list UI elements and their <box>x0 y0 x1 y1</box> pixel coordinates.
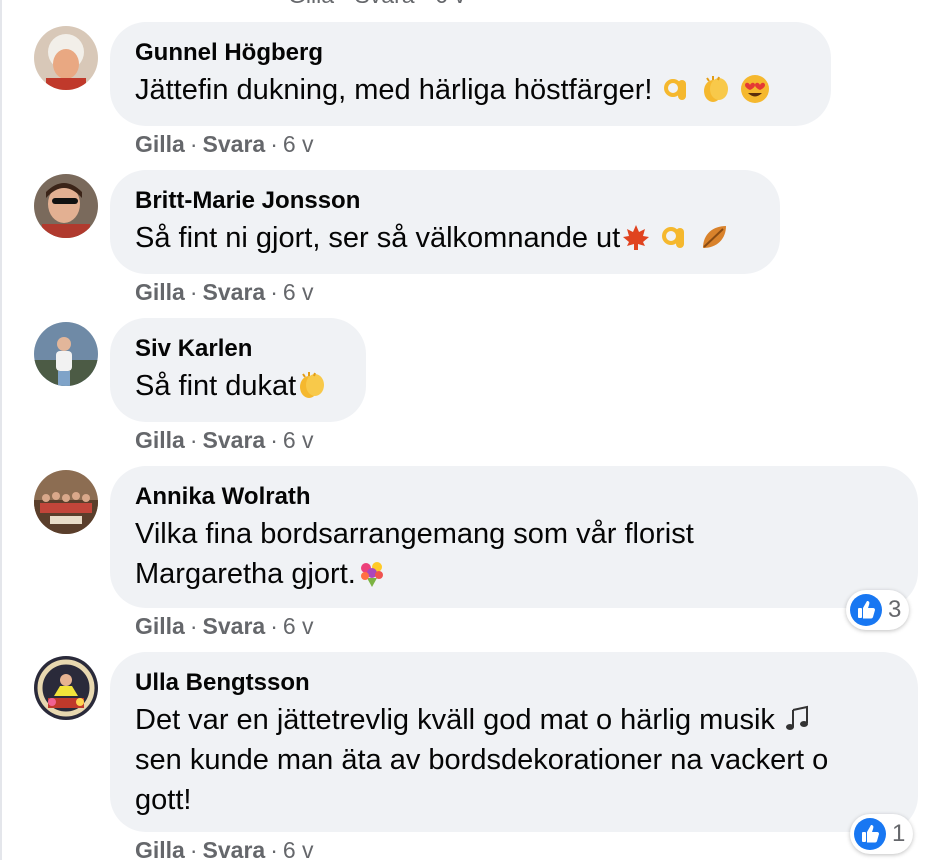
ok-hand-icon <box>660 222 690 252</box>
like-button[interactable]: Gilla <box>135 427 185 453</box>
comment-author[interactable]: Ulla Bengtsson <box>135 668 892 698</box>
comment-author[interactable]: Siv Karlen <box>135 334 340 364</box>
like-icon <box>854 818 886 850</box>
comment-actions: Gilla · Svara · 6 v <box>135 836 314 860</box>
reaction-summary[interactable]: 3 <box>846 590 910 630</box>
comment-time[interactable]: 6 v <box>283 837 314 860</box>
reply-button[interactable]: Svara <box>203 427 266 453</box>
avatar[interactable] <box>34 26 98 90</box>
like-button[interactable]: Gilla <box>135 279 185 305</box>
maple-leaf-icon <box>621 222 651 252</box>
comment-time[interactable]: 6 v <box>283 279 314 305</box>
comment-actions: Gilla · Svara · 6 v <box>135 279 314 305</box>
comment-actions: Gilla · Svara · 6 v <box>135 613 314 639</box>
avatar[interactable] <box>34 470 98 534</box>
like-button[interactable]: Gilla <box>135 613 185 639</box>
comment-bubble: Siv Karlen Så fint dukat <box>110 318 366 422</box>
comment-time[interactable]: 6 v <box>283 427 314 453</box>
avatar[interactable] <box>34 656 98 720</box>
comment-author[interactable]: Annika Wolrath <box>135 482 892 512</box>
comment-author[interactable]: Britt-Marie Jonsson <box>135 186 754 216</box>
avatar[interactable] <box>34 174 98 238</box>
comment-text: Så fint dukat <box>135 366 340 406</box>
comment-text: Vilka fina bordsarrangemang som vår flor… <box>135 518 694 590</box>
ok-hand-icon <box>662 74 692 104</box>
clapping-hands-icon <box>297 370 327 400</box>
reaction-summary[interactable]: 1 <box>850 814 914 854</box>
reply-button[interactable]: Svara <box>203 279 266 305</box>
comment-time[interactable]: 6 v <box>283 131 314 157</box>
reply-button[interactable]: Svara <box>203 613 266 639</box>
comment-bubble: Annika Wolrath Vilka fina bordsarrangema… <box>110 466 918 608</box>
thread-border <box>0 0 2 860</box>
comment-time[interactable]: 6 v <box>283 613 314 639</box>
comment-bubble: Britt-Marie Jonsson Så fint ni gjort, se… <box>110 170 780 274</box>
comment-bubble: Gunnel Högberg Jättefin dukning, med här… <box>110 22 831 126</box>
clapping-hands-icon <box>701 74 731 104</box>
comment-text: Jättefin dukning, med härliga höstfärger… <box>135 70 805 110</box>
reply-button[interactable]: Svara <box>203 131 266 157</box>
comment-author[interactable]: Gunnel Högberg <box>135 38 805 68</box>
music-notes-icon <box>784 704 814 734</box>
reply-button[interactable]: Svara <box>203 837 266 860</box>
comment-bubble: Ulla Bengtsson Det var en jättetrevlig k… <box>110 652 918 832</box>
comment-actions: Gilla · Svara · 6 v <box>135 427 314 453</box>
like-button[interactable]: Gilla <box>135 131 185 157</box>
reaction-count: 3 <box>888 596 902 623</box>
like-button[interactable]: Gilla <box>135 837 185 860</box>
like-icon <box>850 594 882 626</box>
comment-actions: Gilla · Svara · 6 v <box>135 131 314 157</box>
fallen-leaf-icon <box>699 222 729 252</box>
bouquet-icon <box>357 558 387 588</box>
avatar[interactable] <box>34 322 98 386</box>
previous-comment-actions: Gilla · Svara · 6 v <box>288 0 466 9</box>
comment-text: Så fint ni gjort, ser så välkomnande ut <box>135 218 754 258</box>
heart-eyes-icon <box>740 74 770 104</box>
reaction-count: 1 <box>892 820 906 847</box>
comment-text: Det var en jättetrevlig kväll god mat o … <box>135 704 829 816</box>
